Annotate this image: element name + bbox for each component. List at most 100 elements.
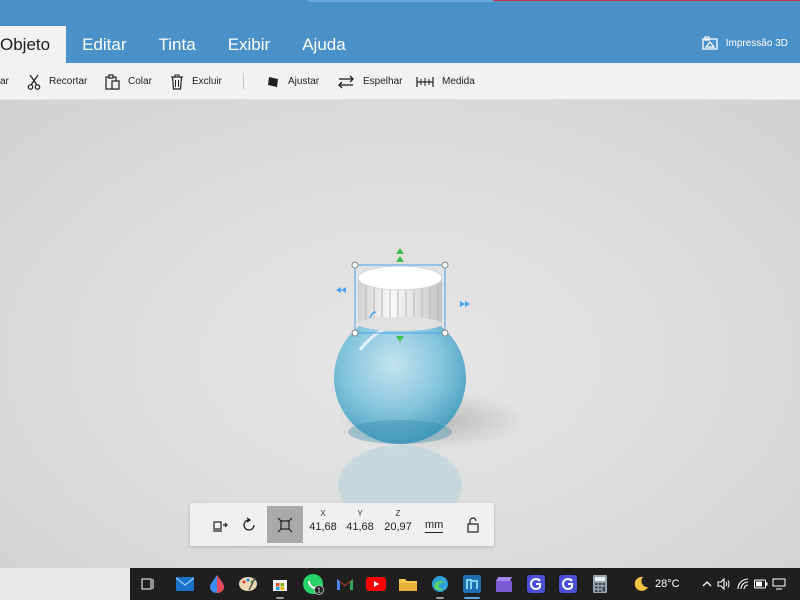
paint-app-button[interactable] — [236, 572, 260, 596]
rotate-button[interactable] — [231, 506, 267, 543]
wifi-button[interactable] — [736, 577, 750, 591]
print-3d-button[interactable]: Impressão 3D — [702, 36, 788, 50]
task-view-button[interactable] — [136, 572, 160, 596]
menu-tab-objeto[interactable]: Objeto — [0, 26, 67, 63]
sphere-base-texture — [348, 420, 452, 444]
speaker-icon — [717, 578, 730, 590]
mail-app-button[interactable] — [173, 572, 197, 596]
x-value[interactable]: 41,68 — [303, 521, 343, 533]
title-bar-accent-red — [493, 0, 800, 1]
youtube-icon — [366, 577, 386, 591]
lock-proportions-button[interactable] — [455, 506, 491, 543]
temperature-label: 28°C — [655, 578, 680, 590]
menu-tabs: Objeto Editar Tinta Exibir Ajuda — [0, 26, 362, 63]
y-coordinate[interactable]: Y 41,68 — [340, 506, 380, 543]
running-indicator — [436, 597, 444, 599]
move-up-gizmo-icon[interactable] — [396, 248, 404, 262]
water-drop-icon — [210, 575, 224, 593]
gmail-app-button[interactable] — [333, 572, 357, 596]
y-value[interactable]: 41,68 — [340, 521, 380, 533]
delete-button[interactable]: Excluir — [170, 63, 222, 100]
network-button[interactable] — [772, 577, 786, 591]
print-3d-label: Impressão 3D — [725, 37, 788, 49]
youtube-app-button[interactable] — [364, 572, 388, 596]
store-icon — [273, 580, 287, 591]
delete-label: Excluir — [192, 76, 223, 87]
whatsapp-badge: 1 — [317, 588, 321, 595]
whatsapp-app-button[interactable]: 1 — [301, 572, 325, 596]
store-app-button[interactable] — [268, 572, 292, 599]
active-indicator — [464, 597, 480, 599]
cut-button[interactable]: Recortar — [27, 63, 87, 100]
move-left-gizmo-icon[interactable] — [336, 287, 346, 293]
menu-tab-tinta[interactable]: Tinta — [143, 26, 212, 63]
mail-icon — [176, 577, 194, 591]
task-view-icon — [141, 578, 154, 590]
z-label: Z — [395, 509, 401, 518]
resize-handle-bottom-left[interactable] — [351, 329, 359, 337]
move-right-gizmo-icon[interactable] — [460, 301, 470, 307]
scale-button[interactable] — [267, 506, 303, 543]
unit-selector[interactable]: mm — [425, 519, 444, 533]
cut-label: Recortar — [49, 76, 88, 87]
edge-icon — [432, 576, 448, 592]
palette-icon — [239, 577, 257, 591]
y-label: Y — [357, 509, 363, 518]
n-app-icon — [463, 575, 481, 593]
x-label: X — [320, 509, 326, 518]
z-value[interactable]: 20,97 — [378, 521, 418, 533]
volume-button[interactable] — [717, 577, 731, 591]
menu-bar: Objeto Editar Tinta Exibir Ajuda Impress… — [0, 0, 800, 63]
title-bar-accent — [308, 0, 493, 2]
running-indicator — [276, 597, 284, 599]
copy-button[interactable]: ar — [0, 63, 9, 100]
cap-top — [357, 265, 443, 291]
transform-panel: X 41,68 Y 41,68 Z 20,97 mm — [190, 503, 494, 546]
x-coordinate[interactable]: X 41,68 — [303, 506, 343, 543]
g-app-icon — [559, 575, 577, 593]
weather-widget[interactable]: 28°C — [633, 568, 680, 600]
scale-icon — [277, 517, 293, 532]
menu-tab-ajuda[interactable]: Ajuda — [286, 26, 361, 63]
drop-app-button[interactable] — [205, 572, 229, 596]
trash-icon — [171, 74, 183, 90]
resize-handle-top-right[interactable] — [441, 261, 449, 269]
copy-label-partial: ar — [0, 76, 9, 87]
print-3d-icon — [702, 36, 718, 50]
paste-button[interactable]: Colar — [104, 63, 152, 100]
battery-button[interactable] — [754, 577, 768, 591]
g-app-button-2[interactable] — [556, 572, 580, 596]
menu-tab-exibir[interactable]: Exibir — [212, 26, 287, 63]
menu-tab-editar[interactable]: Editar — [66, 26, 142, 63]
whatsapp-icon: 1 — [303, 574, 324, 595]
resize-handle-top-left[interactable] — [351, 261, 359, 269]
gmail-icon — [337, 579, 353, 590]
measure-label: Medida — [442, 76, 475, 87]
clipchamp-app-button[interactable] — [492, 572, 516, 596]
calculator-app-button[interactable] — [588, 572, 612, 596]
paste-label: Colar — [128, 76, 152, 87]
taskbar-search-area[interactable] — [0, 568, 130, 600]
n-app-button[interactable] — [460, 572, 484, 599]
resize-handle-bottom-right[interactable] — [441, 329, 449, 337]
mirror-icon — [338, 75, 354, 88]
fit-button[interactable]: Ajustar — [266, 63, 319, 100]
show-hidden-icons-button[interactable] — [700, 577, 714, 591]
fit-label: Ajustar — [288, 76, 320, 87]
viewport-canvas[interactable] — [0, 100, 800, 568]
scissors-icon — [27, 74, 41, 90]
rotate-icon — [243, 516, 255, 531]
toolbar-divider — [243, 73, 244, 90]
moon-icon — [634, 576, 648, 591]
edge-app-button[interactable] — [428, 572, 452, 599]
g-app-button-1[interactable] — [524, 572, 548, 596]
clipboard-icon — [105, 73, 120, 90]
3d-model[interactable] — [0, 100, 800, 568]
calculator-icon — [593, 575, 607, 593]
folder-icon — [399, 579, 417, 591]
mirror-button[interactable]: Espelhar — [337, 63, 402, 100]
measure-button[interactable]: Medida — [416, 63, 475, 100]
file-explorer-button[interactable] — [396, 572, 420, 596]
lock-icon — [467, 516, 479, 533]
z-coordinate[interactable]: Z 20,97 — [378, 506, 418, 543]
